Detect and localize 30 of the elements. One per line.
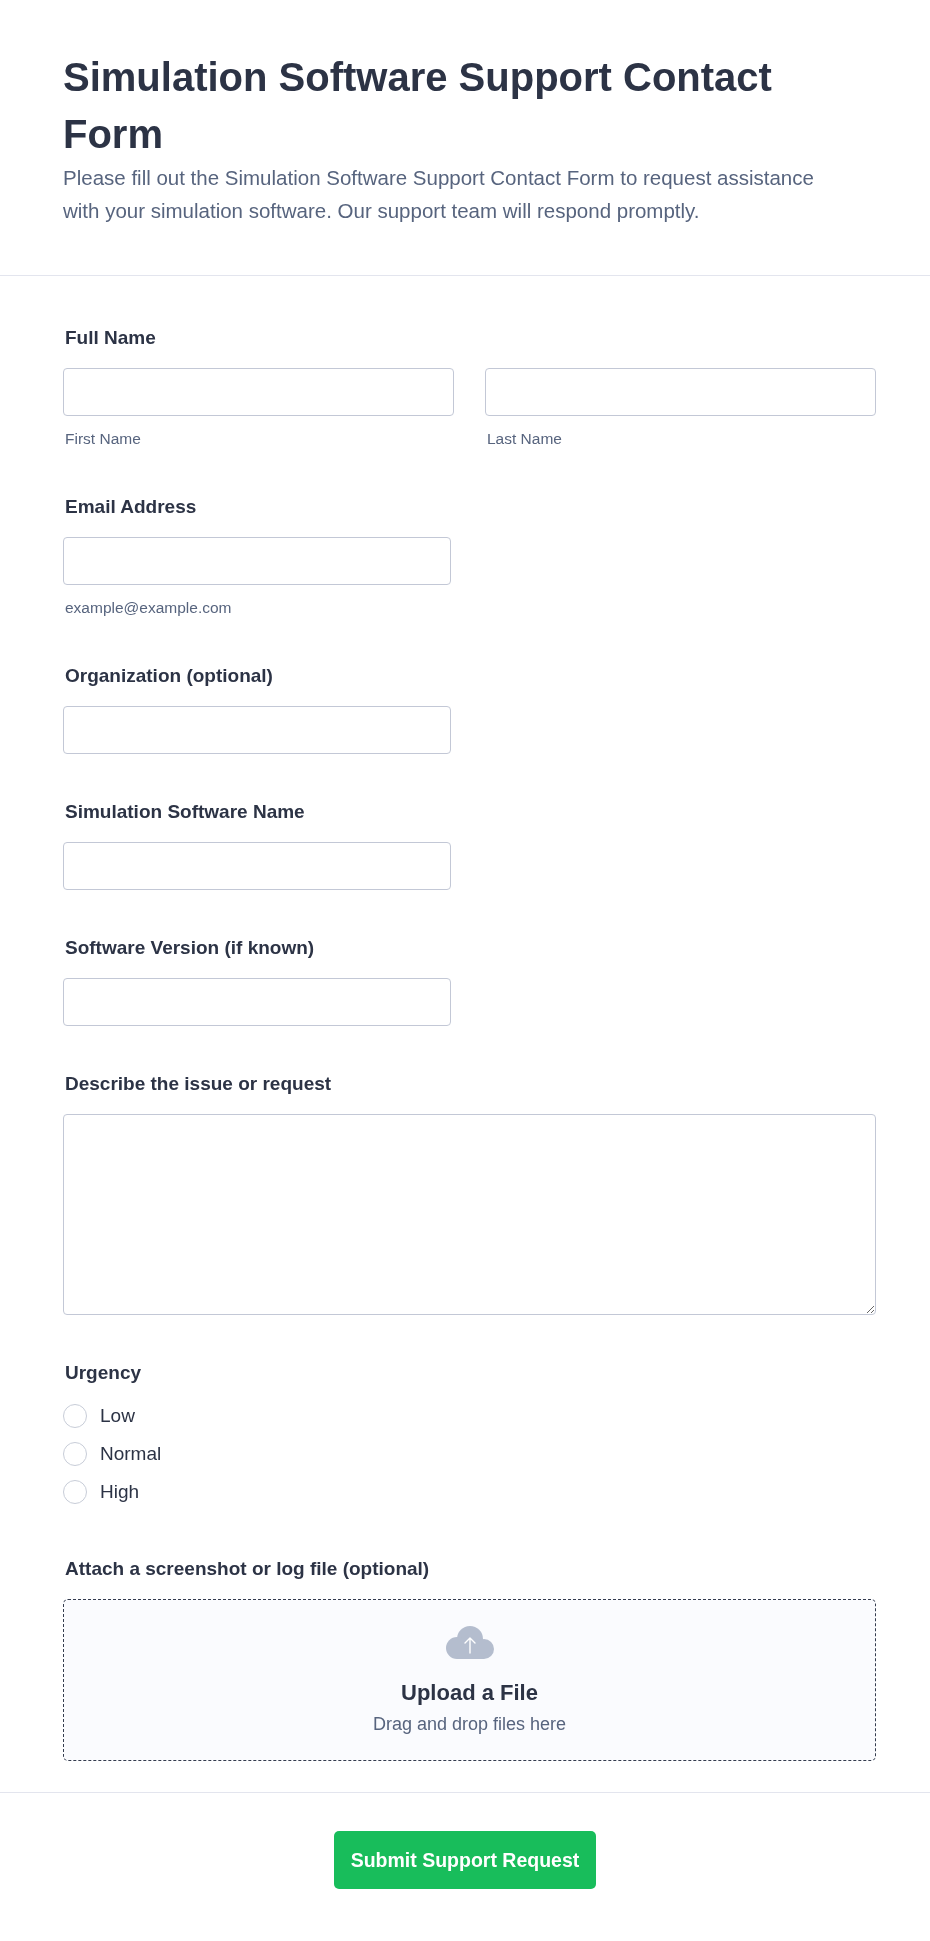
text-area[interactable] [63,1114,876,1315]
text-input[interactable] [63,368,454,416]
field-label: Attach a screenshot or log file (optional) [65,1557,431,1581]
field-label: Describe the issue or request [65,1072,333,1096]
form-description: Please fill out the Simulation Software Support Contact Form to request assistance with your simulation software. Our support team will respond promptly. [63,165,815,224]
text-input[interactable] [485,368,876,416]
text-input[interactable] [63,978,451,1026]
field-label: Software Version (if known) [65,936,316,960]
upload-dropzone[interactable]: Upload a File Drag and drop files here [63,1599,876,1761]
cloud-upload-icon [445,1626,494,1659]
option-label[interactable]: Normal [100,1442,162,1466]
field-hint: example@example.com [65,598,233,618]
text-input[interactable] [63,537,451,585]
upload-subtitle: Drag and drop files here [372,1713,567,1736]
field-label: Organization (optional) [65,664,274,688]
field-sublabel: First Name [65,429,142,449]
radio-button[interactable] [63,1404,87,1428]
field-label: Email Address [65,495,198,519]
form-title: Simulation Software Support Contact Form [63,54,773,158]
radio-button[interactable] [63,1442,87,1466]
text-input[interactable] [63,706,451,754]
option-label[interactable]: Low [100,1404,135,1428]
field-label: Urgency [65,1361,143,1385]
field-label: Full Name [65,326,157,350]
field-label: Simulation Software Name [65,800,306,824]
radio-button[interactable] [63,1480,87,1504]
field-sublabel: Last Name [487,429,563,449]
text-input[interactable] [63,842,451,890]
option-label[interactable]: High [100,1480,140,1504]
upload-title: Upload a File [401,1679,538,1707]
